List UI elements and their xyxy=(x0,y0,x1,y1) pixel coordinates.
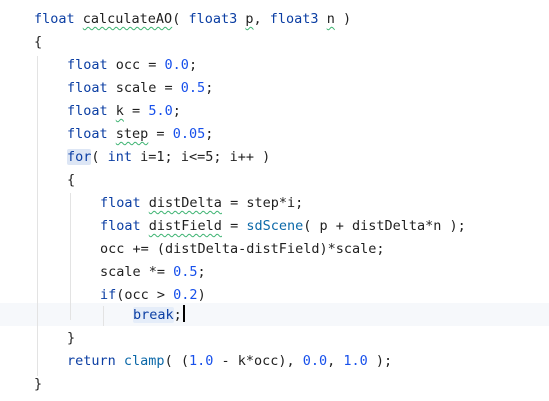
code-text: = xyxy=(123,103,149,119)
code-line-5[interactable]: float k = 5.0; xyxy=(67,100,181,123)
indent-guide-1 xyxy=(37,56,38,376)
paren-open: ( xyxy=(172,11,189,27)
variable-name: k xyxy=(115,103,124,119)
code-line-6[interactable]: float step = 0.05; xyxy=(67,123,213,146)
semicolon: ; xyxy=(188,57,198,73)
param-type-1: float3 xyxy=(188,11,238,27)
code-line-7[interactable]: for( int i=1; i<=5; i++ ) xyxy=(67,146,270,169)
indent-guide-3 xyxy=(103,306,104,326)
semicolon: ; xyxy=(172,103,181,119)
number-literal: 0.0 xyxy=(164,57,189,73)
int-keyword: int xyxy=(107,149,133,165)
number-literal: 0.05 xyxy=(172,126,206,142)
code-text: occ += (distDelta-distField)*scale; xyxy=(100,241,385,257)
code-line-14[interactable]: break; xyxy=(133,304,185,327)
keyword: float xyxy=(67,57,108,73)
function-name: calculateAO xyxy=(82,11,173,27)
code-line-17[interactable]: } xyxy=(34,373,42,396)
keyword: float xyxy=(67,103,108,119)
variable-name: step xyxy=(115,126,149,142)
code-text: = step*i; xyxy=(221,195,304,211)
code-line-4[interactable]: float scale = 0.5; xyxy=(67,77,213,100)
type-keyword: float xyxy=(34,11,75,27)
number-literal: 1.0 xyxy=(343,353,368,369)
code-text: i=1; i<=5; i++ ) xyxy=(132,149,271,165)
brace-close: } xyxy=(34,376,43,392)
number-literal: 0.5 xyxy=(180,80,206,96)
code-text: scale = xyxy=(107,80,181,96)
code-text: ( xyxy=(91,149,108,165)
return-keyword: return xyxy=(67,353,116,369)
code-text: = xyxy=(221,218,247,234)
code-text: ); xyxy=(367,353,393,369)
function-call: sdScene xyxy=(246,218,304,234)
break-keyword: break xyxy=(133,307,174,323)
brace-close: } xyxy=(67,330,76,346)
code-line-10[interactable]: float distField = sdScene( p + distDelta… xyxy=(100,215,466,238)
code-line-1[interactable]: float calculateAO( float3 p, float3 n ) xyxy=(34,8,351,31)
brace-open: { xyxy=(67,172,76,188)
code-text: ( p + distDelta*n ); xyxy=(303,218,466,234)
semicolon: ; xyxy=(173,307,182,323)
code-text: ( ( xyxy=(164,353,189,369)
code-line-16[interactable]: return clamp( (1.0 - k*occ), 0.0, 1.0 ); xyxy=(67,350,392,373)
code-line-15[interactable]: } xyxy=(67,327,75,350)
function-call: clamp xyxy=(123,353,165,369)
param-type-2: float3 xyxy=(269,11,319,27)
if-keyword: if xyxy=(100,287,117,303)
code-editor[interactable]: float calculateAO( float3 p, float3 n ) … xyxy=(0,0,549,401)
number-literal: 0.2 xyxy=(173,287,198,303)
code-line-3[interactable]: float occ = 0.0; xyxy=(67,54,197,77)
code-text: ) xyxy=(197,287,206,303)
text-caret xyxy=(182,305,185,322)
code-text: scale *= xyxy=(100,264,174,280)
variable-name: distDelta xyxy=(148,195,222,211)
number-literal: 1.0 xyxy=(188,353,214,369)
number-literal: 0.0 xyxy=(302,353,328,369)
param-sep: , xyxy=(253,11,270,27)
semicolon: ; xyxy=(197,264,206,280)
semicolon: ; xyxy=(205,80,214,96)
variable-name: distField xyxy=(148,218,222,234)
indent-guide-2 xyxy=(70,193,71,320)
param-n: n xyxy=(326,11,335,27)
code-text: , xyxy=(327,353,344,369)
semicolon: ; xyxy=(205,126,214,142)
number-literal: 5.0 xyxy=(148,103,173,119)
param-p: p xyxy=(245,11,254,27)
paren-close: ) xyxy=(334,11,352,27)
code-text: - k*occ), xyxy=(213,353,303,369)
code-line-11[interactable]: occ += (distDelta-distField)*scale; xyxy=(100,238,384,261)
brace-open: { xyxy=(34,34,43,50)
code-text: = xyxy=(148,126,173,142)
keyword: float xyxy=(100,218,141,234)
code-line-8[interactable]: { xyxy=(67,169,75,192)
code-line-9[interactable]: float distDelta = step*i; xyxy=(100,192,303,215)
code-line-2[interactable]: { xyxy=(34,31,42,54)
code-line-12[interactable]: scale *= 0.5; xyxy=(100,261,206,284)
number-literal: 0.5 xyxy=(173,264,198,280)
code-text: occ = xyxy=(107,57,165,73)
keyword: float xyxy=(100,195,141,211)
code-text: (occ > xyxy=(116,287,174,303)
keyword: float xyxy=(67,80,108,96)
current-line-highlight xyxy=(0,303,549,326)
for-keyword: for xyxy=(67,149,92,165)
keyword: float xyxy=(67,126,108,142)
